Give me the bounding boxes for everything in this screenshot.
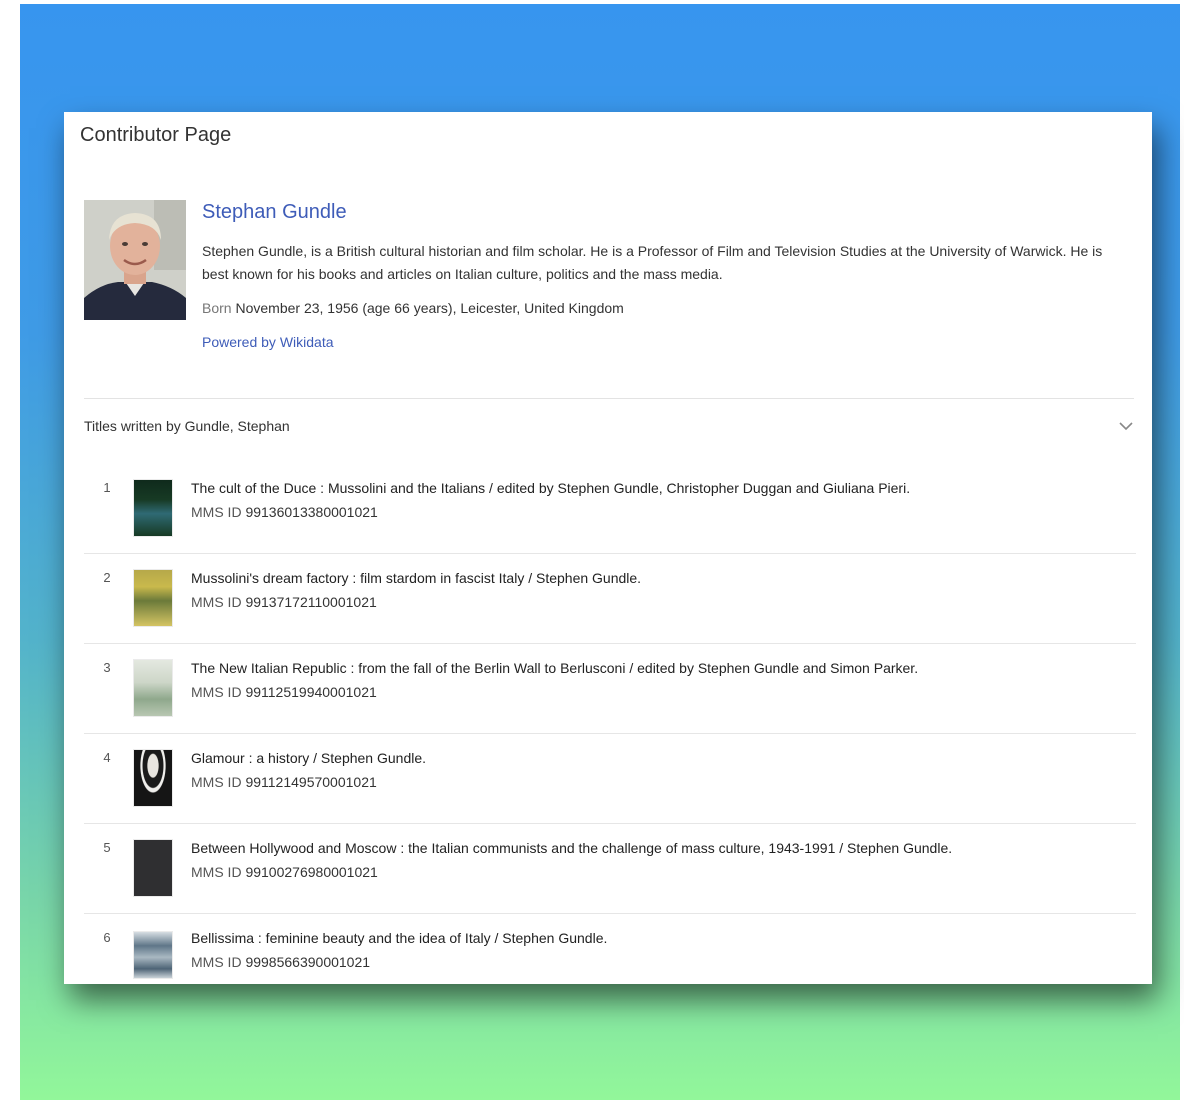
title-link[interactable]: The New Italian Republic : from the fall…	[191, 658, 1126, 678]
mms-label: MMS ID	[191, 594, 242, 610]
page-title: Contributor Page	[80, 124, 232, 146]
mms-label: MMS ID	[191, 774, 242, 790]
title-link[interactable]: The cult of the Duce : Mussolini and the…	[191, 478, 1126, 498]
title-link[interactable]: Mussolini's dream factory : film stardom…	[191, 568, 1126, 588]
mms-label: MMS ID	[191, 504, 242, 520]
row-text: Between Hollywood and Moscow : the Itali…	[191, 838, 1126, 882]
mms-id: MMS ID 99137172110001021	[191, 592, 1126, 612]
book-cover[interactable]	[134, 840, 172, 896]
title-row[interactable]: 6 Bellissima : feminine beauty and the i…	[84, 914, 1136, 984]
title-link[interactable]: Bellissima : feminine beauty and the ide…	[191, 928, 1126, 948]
mms-value: 99112519940001021	[245, 684, 377, 700]
mms-id: MMS ID 99112519940001021	[191, 682, 1126, 702]
mms-label: MMS ID	[191, 954, 242, 970]
author-bio: Stephen Gundle, is a British cultural hi…	[202, 243, 1103, 282]
titles-section-header[interactable]: Titles written by Gundle, Stephan	[84, 408, 1136, 444]
contributor-card: Contributor Page Stephan Gundle Stephen …	[64, 112, 1152, 984]
row-number: 6	[103, 930, 111, 945]
author-name-link[interactable]: Stephan Gundle	[202, 201, 347, 223]
powered-by-wikidata-link[interactable]: Powered by Wikidata	[202, 334, 334, 350]
title-row[interactable]: 3 The New Italian Republic : from the fa…	[84, 644, 1136, 734]
mms-id: MMS ID 99136013380001021	[191, 502, 1126, 522]
born-label: Born	[202, 300, 232, 316]
born-value: November 23, 1956 (age 66 years), Leices…	[235, 300, 624, 316]
row-text: Mussolini's dream factory : film stardom…	[191, 568, 1126, 612]
mms-value: 99112149570001021	[245, 774, 377, 790]
title-row[interactable]: 5 Between Hollywood and Moscow : the Ita…	[84, 824, 1136, 914]
book-cover[interactable]	[134, 750, 172, 806]
row-text: The cult of the Duce : Mussolini and the…	[191, 478, 1126, 522]
book-cover[interactable]	[134, 570, 172, 626]
titles-list: 1 The cult of the Duce : Mussolini and t…	[84, 464, 1136, 984]
book-cover[interactable]	[134, 660, 172, 716]
mms-label: MMS ID	[191, 684, 242, 700]
row-number: 1	[103, 480, 111, 495]
book-cover[interactable]	[134, 932, 172, 978]
mms-value: 99137172110001021	[245, 594, 377, 610]
mms-id: MMS ID 9998566390001021	[191, 952, 1126, 972]
row-text: The New Italian Republic : from the fall…	[191, 658, 1126, 702]
mms-value: 9998566390001021	[245, 954, 371, 970]
row-number: 5	[103, 840, 111, 855]
title-row[interactable]: 4 Glamour : a history / Stephen Gundle. …	[84, 734, 1136, 824]
book-cover[interactable]	[134, 480, 172, 536]
mms-label: MMS ID	[191, 864, 242, 880]
row-number: 3	[103, 660, 111, 675]
row-number: 4	[103, 750, 111, 765]
titles-section-heading: Titles written by Gundle, Stephan	[84, 418, 290, 434]
title-row[interactable]: 2 Mussolini's dream factory : film stard…	[84, 554, 1136, 644]
mms-id: MMS ID 99112149570001021	[191, 772, 1126, 792]
mms-id: MMS ID 99100276980001021	[191, 862, 1126, 882]
mms-value: 99100276980001021	[245, 864, 378, 880]
title-link[interactable]: Between Hollywood and Moscow : the Itali…	[191, 838, 1126, 858]
row-text: Glamour : a history / Stephen Gundle. MM…	[191, 748, 1126, 792]
author-photo	[84, 200, 186, 320]
mms-value: 99136013380001021	[245, 504, 378, 520]
title-row[interactable]: 1 The cult of the Duce : Mussolini and t…	[84, 464, 1136, 554]
section-divider	[84, 398, 1134, 399]
chevron-down-icon[interactable]	[1116, 416, 1136, 436]
row-number: 2	[103, 570, 111, 585]
author-born: Born November 23, 1956 (age 66 years), L…	[202, 300, 1132, 316]
title-link[interactable]: Glamour : a history / Stephen Gundle.	[191, 748, 1126, 768]
author-info: Stephan Gundle Stephen Gundle, is a Brit…	[202, 200, 1132, 352]
row-text: Bellissima : feminine beauty and the ide…	[191, 928, 1126, 972]
